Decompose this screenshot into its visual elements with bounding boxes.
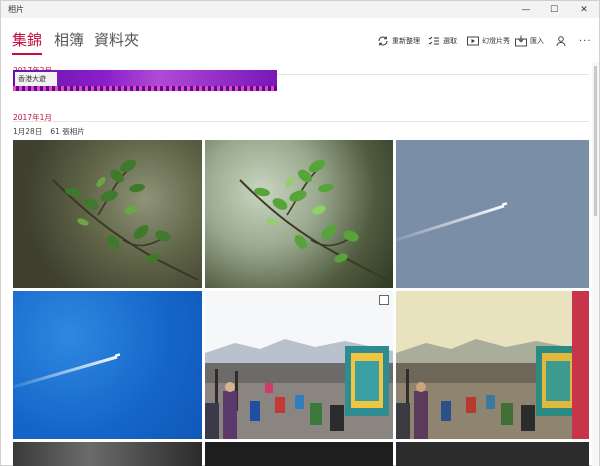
airplane-trail-drawing bbox=[13, 353, 121, 389]
photo-thumbnail-plant-2[interactable] bbox=[205, 140, 393, 288]
close-button[interactable]: ✕ bbox=[569, 1, 599, 18]
slideshow-icon bbox=[467, 35, 479, 47]
checklist-icon bbox=[428, 35, 440, 47]
banner-pattern bbox=[13, 86, 277, 91]
photo-thumbnail-fence[interactable] bbox=[13, 442, 202, 466]
person-icon bbox=[555, 35, 567, 47]
select-button[interactable]: 選取 bbox=[428, 34, 457, 48]
import-label: 匯入 bbox=[530, 37, 544, 45]
waterfront-photo-drawing bbox=[205, 291, 393, 439]
plant-photo-drawing bbox=[52, 159, 199, 281]
refresh-label: 重新整理 bbox=[392, 37, 420, 45]
photo-thumbnail-dark-2[interactable] bbox=[396, 442, 589, 466]
airplane-trail-drawing bbox=[396, 202, 508, 242]
selected-tab-indicator bbox=[12, 53, 42, 55]
more-button[interactable]: ··· bbox=[579, 34, 592, 48]
day-date: 1月28日 bbox=[13, 127, 43, 136]
photos-app-window: 相片 — ☐ ✕ 集錦 相簿 資料夾 重新整理 選取 幻燈片秀 匯入 ··· 香… bbox=[0, 0, 600, 466]
tab-collection[interactable]: 集錦 bbox=[12, 31, 42, 49]
tab-albums[interactable]: 相簿 bbox=[54, 31, 84, 49]
refresh-icon bbox=[377, 35, 389, 47]
slideshow-button[interactable]: 幻燈片秀 bbox=[467, 34, 510, 48]
plant-photo-drawing bbox=[239, 159, 392, 283]
photo-thumbnail-plant-1[interactable] bbox=[13, 140, 202, 288]
divider bbox=[13, 121, 589, 122]
day-header: 1月28日 61 張相片 bbox=[13, 126, 93, 137]
import-button[interactable]: 匯入 bbox=[515, 34, 544, 48]
title-bar: 相片 — ☐ ✕ bbox=[1, 1, 599, 18]
photo-thumbnail-waterfront-1[interactable] bbox=[205, 291, 393, 439]
collection-view: 2017年2月 香港大遊 2017年1月 1月28日61 張相片 bbox=[1, 62, 591, 466]
maximize-button[interactable]: ☐ bbox=[541, 1, 567, 18]
refresh-button[interactable]: 重新整理 bbox=[377, 34, 420, 48]
more-icon: ··· bbox=[579, 35, 592, 47]
tab-folders[interactable]: 資料夾 bbox=[94, 31, 139, 49]
photo-thumbnail-airplane-blue-sky[interactable] bbox=[13, 291, 202, 439]
banner-caption: 香港大遊 bbox=[15, 72, 57, 86]
top-navigation: 集錦 相簿 資料夾 重新整理 選取 幻燈片秀 匯入 ··· bbox=[1, 18, 599, 62]
select-checkbox[interactable] bbox=[379, 295, 389, 305]
photo-thumbnail-banner[interactable]: 香港大遊 bbox=[13, 70, 277, 91]
account-button[interactable] bbox=[555, 34, 570, 48]
photo-thumbnail-waterfront-2[interactable] bbox=[396, 291, 589, 439]
slideshow-label: 幻燈片秀 bbox=[482, 37, 510, 45]
photo-count: 61 張相片 bbox=[50, 127, 85, 136]
minimize-button[interactable]: — bbox=[513, 1, 539, 18]
select-label: 選取 bbox=[443, 37, 457, 45]
waterfront-photo-drawing bbox=[396, 291, 589, 439]
app-title: 相片 bbox=[8, 5, 24, 14]
scrollbar-thumb[interactable] bbox=[594, 66, 597, 216]
import-icon bbox=[515, 35, 527, 47]
photo-thumbnail-dark-1[interactable] bbox=[205, 442, 393, 466]
photo-thumbnail-airplane-grey-sky[interactable] bbox=[396, 140, 589, 288]
